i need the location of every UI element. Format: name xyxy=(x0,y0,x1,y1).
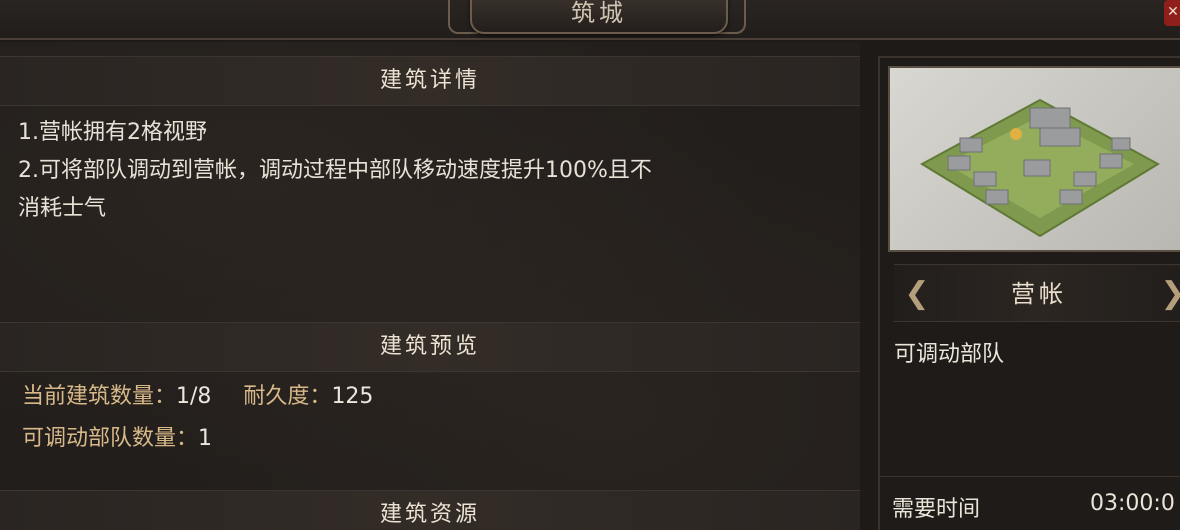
details-line-2: 2.可将部队调动到营帐，调动过程中部队移动速度提升100%且不 xyxy=(18,158,652,183)
section-header-preview: 建筑预览 xyxy=(0,322,860,372)
previous-arrow-icon[interactable]: ❮ xyxy=(902,277,932,313)
section-header-details: 建筑详情 xyxy=(0,56,860,106)
durability-value: 125 xyxy=(331,384,374,409)
troops-value: 1 xyxy=(198,426,213,451)
next-arrow-icon[interactable]: ❯ xyxy=(1158,277,1180,313)
durability-label: 耐久度： xyxy=(243,384,332,409)
details-line-1: 1.营帐拥有2格视野 xyxy=(18,120,207,145)
title-bar: 筑城 ✕ xyxy=(0,0,1180,40)
details-line-3: 消耗士气 xyxy=(18,196,107,221)
troops-label: 可调动部队数量： xyxy=(22,426,199,451)
count-label: 当前建筑数量： xyxy=(22,384,177,409)
time-value: 03:00:0 xyxy=(1090,491,1175,516)
time-label: 需要时间 xyxy=(892,497,981,522)
close-button[interactable]: ✕ xyxy=(1164,0,1180,26)
build-time-row: 需要时间 03:00:0 xyxy=(880,476,1180,530)
building-description: 可调动部队 xyxy=(894,342,1005,367)
section-header-resources: 建筑资源 xyxy=(0,490,860,530)
troops-stats-line: 可调动部队数量：1 xyxy=(22,424,212,454)
details-text: 1.营帐拥有2格视野 2.可将部队调动到营帐，调动过程中部队移动速度提升100%… xyxy=(18,114,858,228)
camp-image xyxy=(888,66,1180,252)
details-panel: 建筑详情 1.营帐拥有2格视野 2.可将部队调动到营帐，调动过程中部队移动速度提… xyxy=(0,42,860,530)
count-value: 1/8 xyxy=(176,384,212,409)
building-card: ❮ 营帐 ❯ 可调动部队 需要时间 03:00:0 xyxy=(878,56,1180,530)
window-title: 筑城 xyxy=(470,0,728,34)
building-selector: ❮ 营帐 ❯ xyxy=(894,264,1180,322)
campfire xyxy=(1010,128,1022,140)
building-name: 营帐 xyxy=(1011,280,1067,308)
building-stats-line: 当前建筑数量：1/8 耐久度：125 xyxy=(22,382,373,412)
